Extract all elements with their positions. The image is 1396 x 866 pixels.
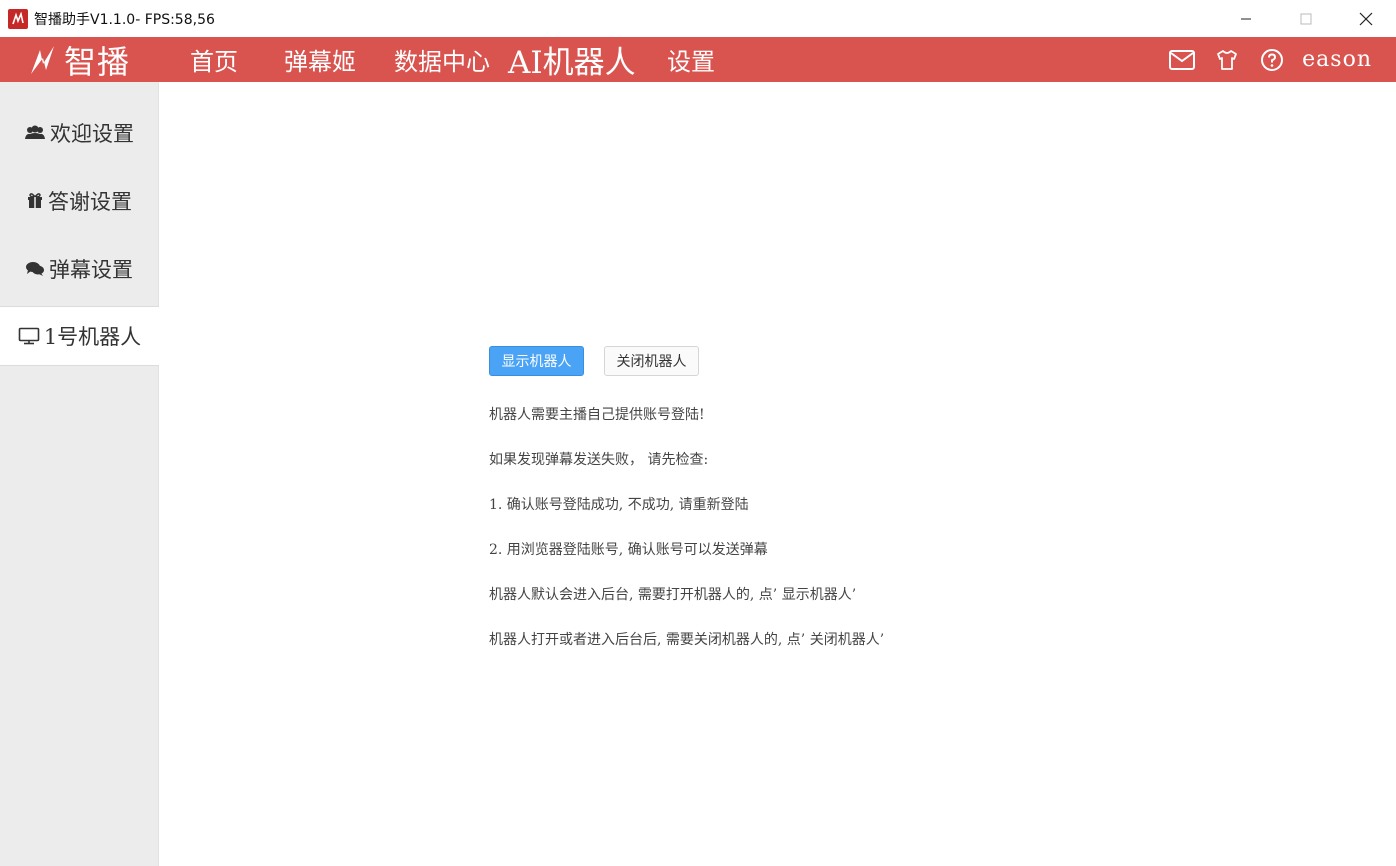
top-nav-bar: 智播 首页 弹幕姬 数据中心 AI机器人 设置 eason <box>0 37 1396 82</box>
sidebar-item-label: 1号机器人 <box>43 325 142 349</box>
sidebar-item-welcome[interactable]: 欢迎设置 <box>0 104 158 162</box>
info-line: 如果发现弹幕发送失败， 请先检查: <box>489 452 709 468</box>
shirt-icon[interactable] <box>1204 37 1249 82</box>
nav-ai-robot[interactable]: AI机器人 <box>508 37 636 82</box>
info-line: 机器人需要主播自己提供账号登陆! <box>489 407 705 423</box>
nav-settings[interactable]: 设置 <box>667 37 715 82</box>
nav-data-center[interactable]: 数据中心 <box>394 37 490 82</box>
help-icon[interactable] <box>1249 37 1294 82</box>
brand-logo[interactable]: 智播 <box>28 37 130 82</box>
info-line: 1. 确认账号登陆成功, 不成功, 请重新登陆 <box>489 497 749 513</box>
sidebar: 欢迎设置 答谢设置 弹幕设置 1号机器人 <box>0 82 159 866</box>
brand-name: 智播 <box>64 42 131 81</box>
window-title: 智播助手V1.1.0- FPS:58,56 <box>34 11 215 28</box>
window-controls <box>1216 0 1396 37</box>
sidebar-item-label: 弹幕设置 <box>49 258 133 282</box>
minimize-icon <box>1241 18 1251 19</box>
comments-icon <box>25 260 45 278</box>
info-line: 机器人打开或者进入后台后, 需要关闭机器人的, 点’ 关闭机器人’ <box>489 632 885 648</box>
maximize-button[interactable] <box>1276 0 1336 37</box>
users-icon <box>24 124 46 142</box>
sidebar-item-robot-1[interactable]: 1号机器人 <box>0 306 159 366</box>
maximize-icon <box>1300 13 1312 24</box>
nav-danmaku[interactable]: 弹幕姬 <box>284 37 356 82</box>
info-line: 2. 用浏览器登陆账号, 确认账号可以发送弹幕 <box>489 542 768 558</box>
app-logo-icon <box>8 8 28 29</box>
nav-home[interactable]: 首页 <box>190 37 238 82</box>
minimize-button[interactable] <box>1216 0 1276 37</box>
monitor-icon <box>18 327 40 345</box>
username[interactable]: eason <box>1302 47 1372 72</box>
mail-icon[interactable] <box>1159 37 1204 82</box>
show-robot-button[interactable]: 显示机器人 <box>489 346 584 376</box>
header-actions: eason <box>1159 37 1396 82</box>
close-robot-button[interactable]: 关闭机器人 <box>604 346 699 376</box>
gift-icon <box>26 192 44 210</box>
brand-lightning-icon <box>31 45 54 74</box>
close-window-button[interactable] <box>1336 0 1396 37</box>
sidebar-item-thanks[interactable]: 答谢设置 <box>0 172 158 230</box>
sidebar-item-label: 欢迎设置 <box>50 122 134 146</box>
main-content: 显示机器人 关闭机器人 机器人需要主播自己提供账号登陆! 如果发现弹幕发送失败，… <box>159 82 1396 866</box>
sidebar-item-label: 答谢设置 <box>48 190 132 214</box>
window-titlebar: 智播助手V1.1.0- FPS:58,56 <box>0 0 1396 37</box>
sidebar-item-danmaku[interactable]: 弹幕设置 <box>0 240 158 298</box>
close-icon <box>1359 12 1373 25</box>
info-line: 机器人默认会进入后台, 需要打开机器人的, 点’ 显示机器人’ <box>489 587 857 603</box>
